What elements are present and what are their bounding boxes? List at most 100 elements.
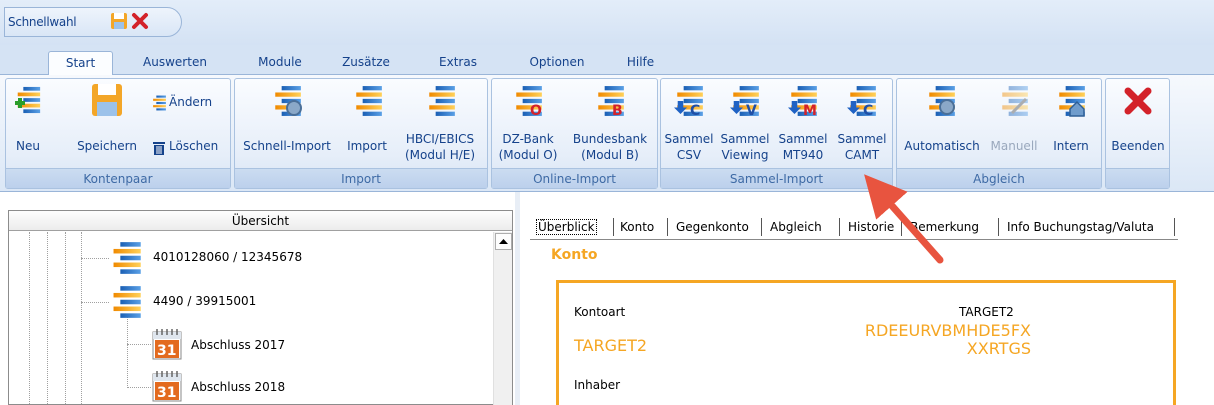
- hbci-label-1: HBCI/EBICS: [405, 132, 475, 146]
- speichern-button[interactable]: Speichern: [72, 81, 142, 163]
- group-label-import: Import: [235, 168, 487, 188]
- group-label-online-import: Online-Import: [492, 168, 657, 188]
- save-icon[interactable]: [110, 12, 128, 30]
- tab-separator: [901, 218, 902, 236]
- automatisch-button[interactable]: Automatisch: [899, 81, 985, 163]
- manuell-button[interactable]: Manuell: [986, 81, 1042, 163]
- bundesbank-button[interactable]: B Bundesbank (Modul B): [564, 81, 656, 163]
- edit-account-icon: [151, 95, 167, 111]
- tab-historie[interactable]: Historie: [844, 217, 898, 239]
- group-label-sammel-import: Sammel-Import: [661, 168, 892, 188]
- vertical-scrollbar[interactable]: [493, 232, 512, 405]
- tree-item-account[interactable]: 4010128060 / 12345678: [109, 241, 349, 275]
- auto-reconcile-icon: [925, 85, 955, 117]
- panel-splitter[interactable]: [515, 192, 520, 405]
- bic-line-2: XXRTGS: [966, 339, 1031, 358]
- group-label-kontenpaar: Kontenpaar: [6, 168, 230, 188]
- tree-item-label: Abschluss 2017: [191, 338, 286, 352]
- tab-info-buchungstag[interactable]: Info Buchungstag/Valuta: [1003, 217, 1158, 239]
- delete-icon[interactable]: [131, 12, 149, 30]
- sammel-viewing-label-1: Sammel: [720, 132, 770, 146]
- svg-text:C: C: [690, 103, 700, 117]
- tab-separator: [998, 218, 999, 236]
- tree-guide-line: [127, 316, 128, 388]
- tab-label: Überblick: [536, 219, 597, 235]
- svg-text:V: V: [746, 103, 757, 117]
- internal-reconcile-icon: [1055, 85, 1087, 117]
- intern-button[interactable]: Intern: [1043, 81, 1099, 163]
- sammel-csv-button[interactable]: C Sammel CSV: [663, 81, 715, 163]
- tree-item-label: 4490 / 39915001: [153, 294, 257, 308]
- sammel-camt-button[interactable]: C Sammel CAMT: [833, 81, 891, 163]
- tree-item-account[interactable]: 4490 / 39915001: [109, 285, 349, 319]
- loeschen-button[interactable]: Löschen: [149, 137, 229, 157]
- sammel-viewing-button[interactable]: V Sammel Viewing: [717, 81, 773, 163]
- schnell-import-label: Schnell-Import: [243, 139, 331, 153]
- tab-bemerkung[interactable]: Bemerkung: [906, 217, 983, 239]
- tab-strip-line: [530, 239, 1178, 240]
- ribbon-tab-row: Start Auswerten Module Zusätze Extras Op…: [0, 45, 1214, 76]
- sammel-camt-label-2: CAMT: [844, 148, 880, 162]
- import-label: Import: [347, 139, 387, 153]
- tab-extras[interactable]: Extras: [428, 51, 488, 75]
- neu-button[interactable]: Neu: [10, 81, 46, 163]
- scroll-up-button[interactable]: [495, 233, 512, 250]
- tree-connector: [127, 344, 151, 345]
- sammel-camt-icon: C: [846, 85, 878, 117]
- group-kontenpaar: Neu Speichern Ändern Löschen Kontenpaar: [5, 78, 231, 189]
- tab-zusaetze[interactable]: Zusätze: [336, 51, 396, 75]
- tab-separator: [613, 218, 614, 236]
- tab-optionen[interactable]: Optionen: [522, 51, 592, 75]
- kontoart-small-value: TARGET2: [959, 305, 1014, 319]
- tree-guide-line: [65, 232, 66, 405]
- tree-item-label: Abschluss 2018: [191, 380, 286, 394]
- tab-start[interactable]: Start: [48, 51, 113, 76]
- tree-item-closing[interactable]: 31 Abschluss 2017: [151, 327, 351, 361]
- speichern-label: Speichern: [77, 139, 137, 153]
- tree-guide-line: [47, 232, 48, 405]
- automatisch-label: Automatisch: [904, 139, 980, 153]
- quick-access-title: Schnellwahl: [8, 15, 77, 29]
- sammel-mt940-label-1: Sammel: [778, 132, 828, 146]
- tab-auswerten[interactable]: Auswerten: [135, 51, 215, 75]
- loeschen-label: Löschen: [169, 139, 219, 153]
- tab-separator: [667, 218, 668, 236]
- hbci-import-icon: [425, 85, 457, 117]
- bundesbank-icon: B: [594, 85, 626, 117]
- aendern-button[interactable]: Ändern: [149, 93, 227, 113]
- bundesbank-label-1: Bundesbank: [572, 132, 648, 146]
- tree-item-closing[interactable]: 31 Abschluss 2018: [151, 369, 351, 403]
- group-sammel-import: C Sammel CSV V Sammel Viewing M Sammel M…: [660, 78, 893, 189]
- tab-gegenkonto[interactable]: Gegenkonto: [672, 217, 753, 239]
- hbci-label-2: (Modul H/E): [404, 148, 476, 162]
- schnell-import-button[interactable]: Schnell-Import: [239, 81, 335, 163]
- tree-connector: [127, 387, 151, 388]
- overview-header: Übersicht: [9, 211, 512, 231]
- import-button[interactable]: Import: [341, 81, 393, 163]
- account-pair-icon: [109, 285, 143, 319]
- dz-bank-button[interactable]: O DZ-Bank (Modul O): [494, 81, 562, 163]
- tab-konto[interactable]: Konto: [616, 217, 658, 239]
- neu-label: Neu: [16, 139, 40, 153]
- save-icon: [92, 84, 122, 116]
- tab-separator: [839, 218, 840, 236]
- tab-abgleich[interactable]: Abgleich: [766, 217, 826, 239]
- dz-label-2: (Modul O): [498, 148, 558, 162]
- dz-label-1: DZ-Bank: [502, 132, 554, 146]
- svg-text:B: B: [612, 103, 623, 117]
- sammel-csv-icon: C: [673, 85, 705, 117]
- sammel-mt940-button[interactable]: M Sammel MT940: [775, 81, 831, 163]
- tab-module[interactable]: Module: [250, 51, 310, 75]
- aendern-label: Ändern: [169, 95, 213, 109]
- tab-hilfe[interactable]: Hilfe: [618, 51, 663, 75]
- tab-ueberblick[interactable]: Überblick: [532, 217, 601, 239]
- quick-import-icon: [271, 85, 302, 116]
- group-beenden: Beenden: [1105, 78, 1170, 189]
- hbci-ebics-button[interactable]: HBCI/EBICS (Modul H/E): [395, 81, 485, 163]
- close-icon: [1124, 87, 1152, 115]
- quick-access-toolbar: Schnellwahl: [0, 0, 1214, 45]
- chevron-up-icon: [499, 239, 508, 244]
- tab-separator: [1174, 218, 1175, 236]
- beenden-button[interactable]: Beenden: [1108, 81, 1168, 163]
- sammel-viewing-label-2: Viewing: [721, 148, 769, 162]
